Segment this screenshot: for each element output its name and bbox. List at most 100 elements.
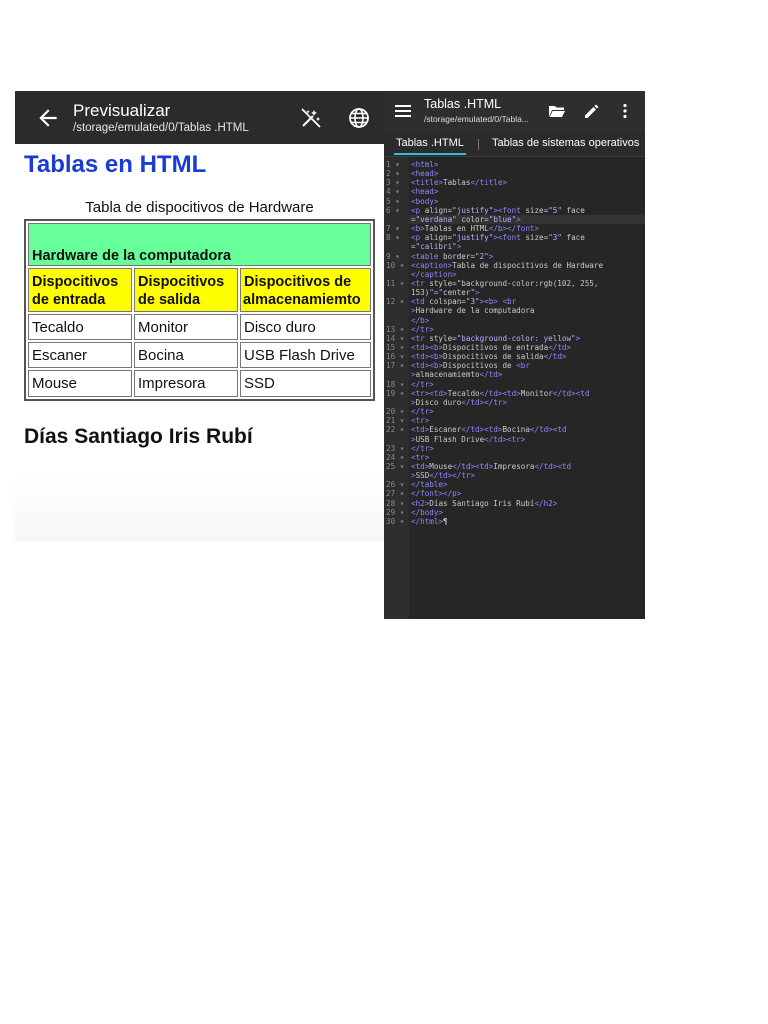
code-editor: Tablas .HTML /storage/emulated/0/Tabla..… <box>384 91 645 619</box>
code-text: <table border="2"> <box>411 251 494 261</box>
menu-icon[interactable] <box>395 104 411 118</box>
code-line[interactable]: 2 ▾ <head> <box>384 169 645 178</box>
code-line[interactable]: >almacenamiemto</td> <box>384 370 645 379</box>
code-text: <tr> <box>411 452 430 462</box>
code-line[interactable]: 19 ▾ <tr><td>Tecaldo</td><td>Monitor</td>… <box>384 389 645 398</box>
code-line[interactable]: 16 ▾ <td><b>Dispocitivos de salida</td> <box>384 352 645 361</box>
line-number: 9 ▾ <box>386 251 400 261</box>
editor-title: Tablas .HTML <box>424 97 502 111</box>
pencil-icon[interactable] <box>584 103 600 119</box>
code-line[interactable]: >SSD</td></tr> <box>384 471 645 480</box>
code-line[interactable]: </b> <box>384 316 645 325</box>
line-number: 1 ▾ <box>386 160 400 169</box>
code-line[interactable]: 4 ▾ <head> <box>384 187 645 196</box>
code-line[interactable]: >USB Flash Drive</td><tr> <box>384 435 645 444</box>
code-line[interactable]: 7 ▾ <b>Tablas en HTML</b></font> <box>384 224 645 233</box>
code-text: </tr> <box>411 407 434 417</box>
tab-tablas-html[interactable]: Tablas .HTML <box>394 137 466 155</box>
line-number: 17 ▾ <box>386 361 405 371</box>
code-text: <tr style="background-color: yellow"> <box>411 333 581 343</box>
line-number: 23 ▾ <box>386 443 405 453</box>
globe-icon[interactable] <box>347 106 371 130</box>
line-number: 22 ▾ <box>386 425 405 435</box>
code-line[interactable]: 25 ▾ <td>Mouse</td><td>Impresora</td><td <box>384 462 645 471</box>
magic-wand-off-icon[interactable] <box>299 106 323 130</box>
code-line[interactable]: 18 ▾ </tr> <box>384 380 645 389</box>
table-cell: Escaner <box>28 342 132 368</box>
line-number: 2 ▾ <box>386 169 400 179</box>
line-number: 8 ▾ <box>386 233 400 243</box>
code-text: </tr> <box>411 443 434 453</box>
code-line[interactable]: 21 ▾ <tr> <box>384 416 645 425</box>
code-line[interactable]: 12 ▾ <td colspan="3"><b> <br <box>384 297 645 306</box>
line-number: 16 ▾ <box>386 352 405 362</box>
code-line[interactable]: 29 ▾ </body> <box>384 508 645 517</box>
code-line[interactable]: 20 ▾ </tr> <box>384 407 645 416</box>
code-line[interactable]: 24 ▾ <tr> <box>384 453 645 462</box>
code-line[interactable]: 11 ▾ <tr style="background-color:rgb(102,… <box>384 279 645 288</box>
code-line[interactable]: 3 ▾ <title>Tablas</title> <box>384 178 645 187</box>
code-line[interactable]: 5 ▾ <body> <box>384 197 645 206</box>
code-text: <caption>Tabla de dispocitivos de Hardwa… <box>411 260 604 270</box>
code-line[interactable]: 23 ▾ </tr> <box>384 444 645 453</box>
code-line[interactable]: 9 ▾ <table border="2"> <box>384 252 645 261</box>
code-line[interactable]: 22 ▾ <td>Escaner</td><td>Bocina</td><td <box>384 425 645 434</box>
code-text: >USB Flash Drive</td><tr> <box>411 434 526 444</box>
code-line[interactable]: >Disco duro</td></tr> <box>384 398 645 407</box>
code-text: ="verdana" color="blue"> <box>411 214 521 224</box>
code-line[interactable]: 6 ▾ <p align="justify"><font size="5" fac… <box>384 206 645 215</box>
code-text: </caption> <box>411 269 457 279</box>
code-text: </body> <box>411 507 444 517</box>
code-text: </b> <box>411 315 430 325</box>
arrow-left-icon[interactable] <box>35 105 61 131</box>
table-cell: Impresora <box>134 370 238 397</box>
code-line[interactable]: ="verdana" color="blue"> <box>384 214 645 224</box>
table-cell: Mouse <box>28 370 132 397</box>
line-number: 6 ▾ <box>386 205 400 215</box>
tab-tablas-sistemas[interactable]: Tablas de sistemas operativos <box>492 137 639 149</box>
code-text: <td>Escaner</td><td>Bocina</td><td <box>411 425 567 435</box>
code-line[interactable]: 28 ▾ <h2>Días Santiago Iris Rubí</h2> <box>384 499 645 508</box>
tab-separator <box>478 139 479 150</box>
preview-panel: Previsualizar /storage/emulated/0/Tablas… <box>15 91 384 541</box>
line-number: 19 ▾ <box>386 388 405 398</box>
code-line[interactable]: >Hardware de la computadora <box>384 306 645 315</box>
table-cell: Disco duro <box>240 314 371 340</box>
code-text: <p align="justify"><font size="5" face <box>411 205 585 215</box>
code-line[interactable]: 13 ▾ </tr> <box>384 325 645 334</box>
hardware-table: Hardware de la computadora Dispocitivos … <box>24 219 375 401</box>
line-number: 26 ▾ <box>386 480 405 490</box>
code-text: <tr style="background-color:rgb(102, 255… <box>411 278 599 288</box>
table-cell: Bocina <box>134 342 238 368</box>
code-line[interactable]: </caption> <box>384 270 645 279</box>
line-number: 24 ▾ <box>386 452 405 462</box>
code-text: <td><b>Dispocitivos de entrada</td> <box>411 343 572 352</box>
code-line[interactable]: 153)"="center"> <box>384 288 645 297</box>
more-vert-icon[interactable] <box>621 103 629 119</box>
column-header-almacenamiento: Dispocitivos de almacenamiemto <box>240 268 371 312</box>
column-header-salida: Dispocitivos de salida <box>134 268 238 312</box>
code-line[interactable]: 15 ▾ <td><b>Dispocitivos de entrada</td> <box>384 343 645 352</box>
code-text: <html> <box>411 160 439 169</box>
author-heading: Días Santiago Iris Rubí <box>24 425 253 448</box>
code-line[interactable]: 1 ▾ <html> <box>384 160 645 169</box>
line-number: 27 ▾ <box>386 489 405 499</box>
code-line[interactable]: 27 ▾ </font></p> <box>384 489 645 498</box>
code-text: ="calibri"> <box>411 242 462 252</box>
code-text: <p align="justify"><font size="3" face <box>411 233 585 243</box>
code-line[interactable]: 8 ▾ <p align="justify"><font size="3" fac… <box>384 233 645 242</box>
code-line[interactable]: ="calibri"> <box>384 242 645 251</box>
preview-title: Previsualizar <box>73 101 171 120</box>
code-text: </table> <box>411 480 448 490</box>
code-line[interactable]: 17 ▾ <td><b>Dispocitivos de <br <box>384 361 645 370</box>
code-text: <tr><td>Tecaldo</td><td>Monitor</td><td <box>411 388 590 398</box>
code-line[interactable]: 30 ▾ </html>¶ <box>384 517 645 526</box>
code-text: <head> <box>411 187 439 197</box>
code-line[interactable]: 14 ▾ <tr style="background-color: yellow"… <box>384 334 645 343</box>
line-number: 13 ▾ <box>386 324 405 334</box>
code-line[interactable]: 26 ▾ </table> <box>384 480 645 489</box>
code-line[interactable]: 10 ▾ <caption>Tabla de dispocitivos de Ha… <box>384 261 645 270</box>
folder-open-icon[interactable] <box>549 104 565 118</box>
column-header-entrada: Dispocitivos de entrada <box>28 268 132 312</box>
code-text: >SSD</td></tr> <box>411 471 476 481</box>
